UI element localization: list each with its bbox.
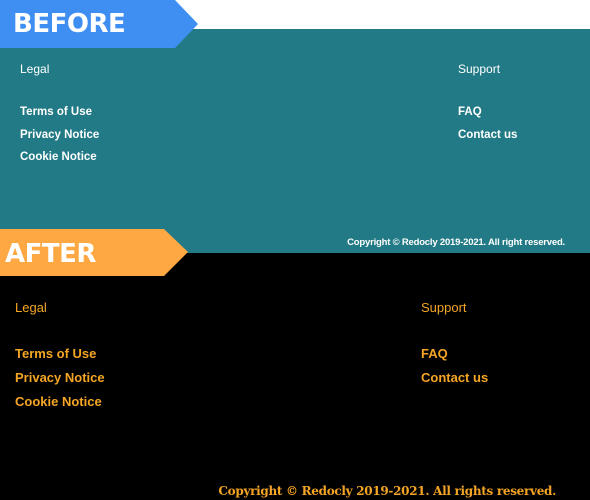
before-legal-links: Terms of Use Privacy Notice Cookie Notic… [20,105,99,164]
before-privacy-notice-link[interactable]: Privacy Notice [20,128,99,142]
before-contact-us-link[interactable]: Contact us [458,128,517,142]
before-footer: Legal Terms of Use Privacy Notice Cookie… [0,29,590,253]
after-privacy-notice-link[interactable]: Privacy Notice [15,370,105,386]
after-support-column: Support FAQ Contact us [421,300,488,394]
before-faq-link[interactable]: FAQ [458,105,517,119]
after-faq-link[interactable]: FAQ [421,346,488,362]
after-legal-links: Terms of Use Privacy Notice Cookie Notic… [15,346,105,410]
before-support-links: FAQ Contact us [458,105,517,142]
before-tag: BEFORE [0,0,198,48]
before-support-title: Support [458,62,501,76]
before-support-column: Support FAQ Contact us [458,62,517,150]
before-copyright: Copyright © Redocly 2019-2021. All right… [347,237,565,248]
after-support-links: FAQ Contact us [421,346,488,386]
after-footer: Legal Terms of Use Privacy Notice Cookie… [0,253,590,500]
after-cookie-notice-link[interactable]: Cookie Notice [15,394,105,410]
after-legal-title: Legal [15,300,47,315]
after-terms-of-use-link[interactable]: Terms of Use [15,346,105,362]
before-cookie-notice-link[interactable]: Cookie Notice [20,150,99,164]
before-legal-title: Legal [20,62,50,76]
after-copyright: Copyright © Redocly 2019-2021. All right… [218,484,556,498]
after-contact-us-link[interactable]: Contact us [421,370,488,386]
after-support-title: Support [421,300,467,315]
after-tag-label: AFTER [5,239,96,269]
before-tag-label: BEFORE [13,9,126,39]
before-legal-column: Legal Terms of Use Privacy Notice Cookie… [20,62,99,173]
after-legal-column: Legal Terms of Use Privacy Notice Cookie… [15,300,105,418]
before-terms-of-use-link[interactable]: Terms of Use [20,105,99,119]
after-tag: AFTER [0,229,188,276]
